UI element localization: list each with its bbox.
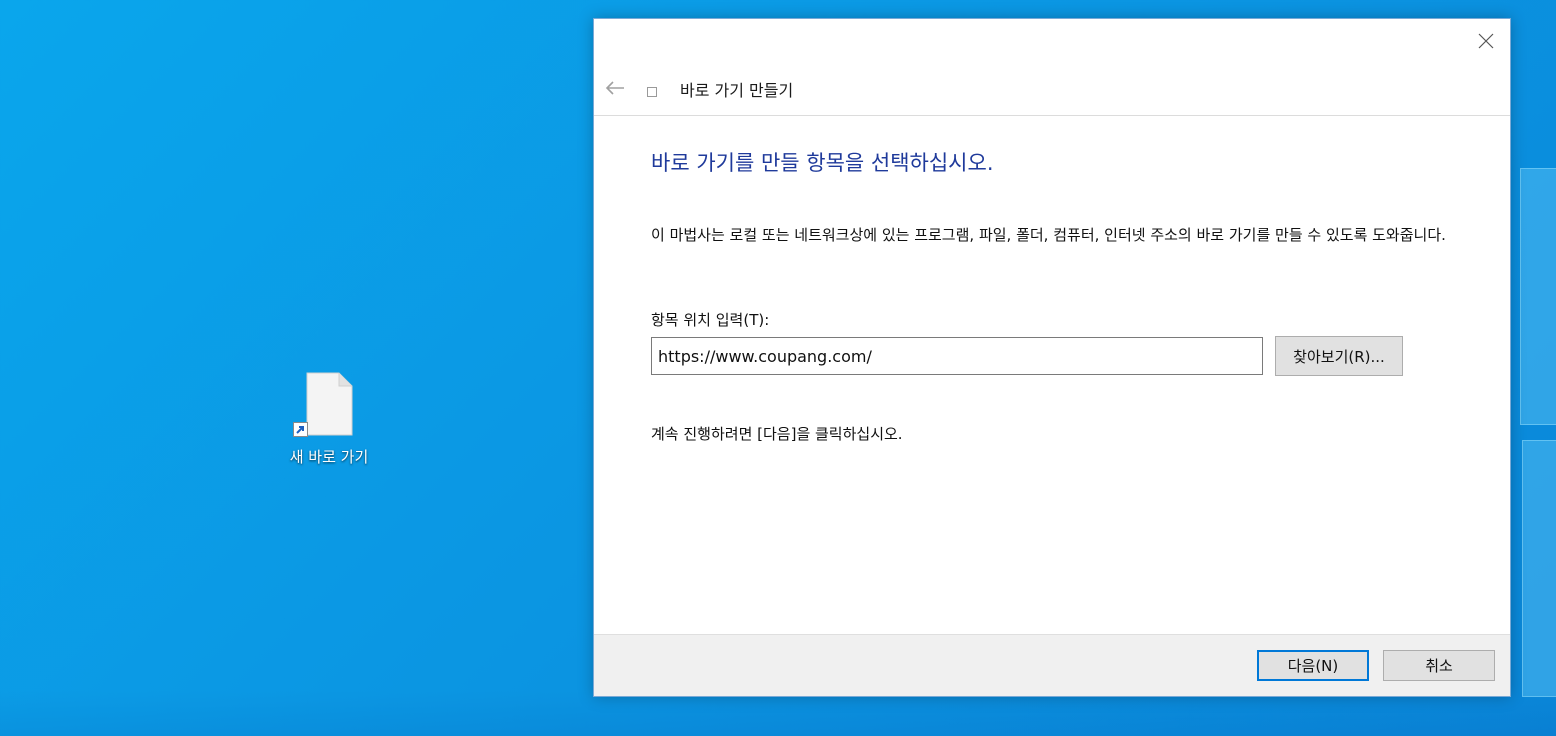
shortcut-arrow-icon — [293, 422, 308, 437]
next-button[interactable]: 다음(N) — [1257, 650, 1369, 681]
wizard-nav-bar: 바로 가기 만들기 — [594, 65, 1510, 116]
continue-instruction: 계속 진행하려면 [다음]을 클릭하십시오. — [651, 425, 903, 443]
back-button[interactable] — [604, 77, 626, 99]
dialog-footer: 다음(N) 취소 — [594, 634, 1510, 696]
close-button[interactable] — [1472, 27, 1500, 55]
wizard-description: 이 마법사는 로컬 또는 네트워크상에 있는 프로그램, 파일, 폴더, 컴퓨터… — [651, 226, 1446, 244]
page-heading: 바로 가기를 만들 항목을 선택하십시오. — [651, 151, 994, 175]
windows-logo-pane — [1522, 440, 1556, 697]
shortcut-wizard-icon — [647, 87, 657, 97]
desktop-shortcut-label: 새 바로 가기 — [289, 448, 369, 466]
create-shortcut-dialog: 바로 가기 만들기 바로 가기를 만들 항목을 선택하십시오. 이 마법사는 로… — [593, 18, 1511, 697]
blank-file-icon — [293, 372, 353, 437]
close-icon — [1478, 33, 1494, 49]
location-field-label: 항목 위치 입력(T): — [651, 311, 770, 329]
wizard-title: 바로 가기 만들기 — [680, 81, 794, 100]
cancel-button[interactable]: 취소 — [1383, 650, 1495, 681]
desktop-shortcut-icon[interactable]: 새 바로 가기 — [270, 372, 388, 467]
location-input[interactable] — [651, 337, 1263, 375]
windows-logo-pane — [1520, 168, 1556, 425]
back-arrow-icon — [605, 81, 624, 95]
browse-button[interactable]: 찾아보기(R)... — [1275, 336, 1403, 376]
